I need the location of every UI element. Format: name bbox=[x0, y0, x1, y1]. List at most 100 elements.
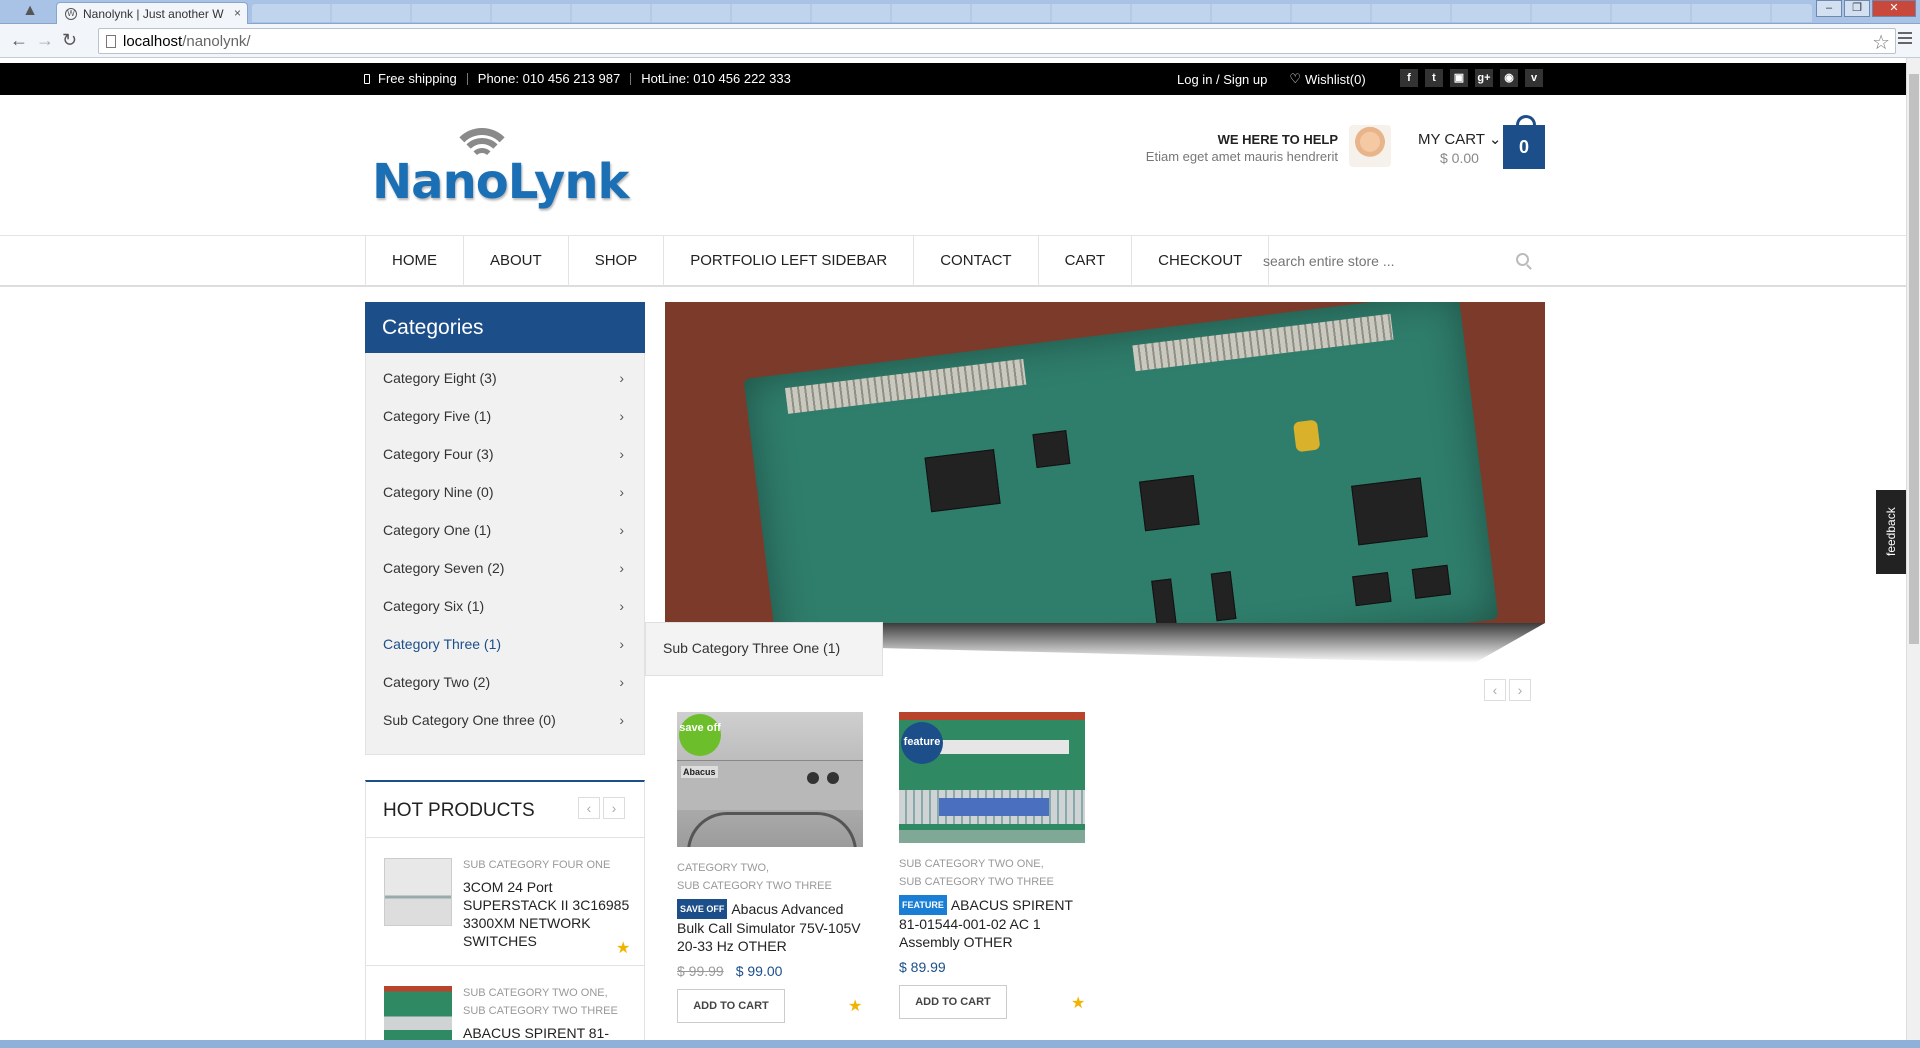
chevron-right-icon: › bbox=[619, 674, 624, 690]
star-icon[interactable]: ★ bbox=[848, 996, 862, 1016]
mini-cart[interactable]: MY CART ⌄ $ 0.00 bbox=[1418, 130, 1501, 166]
chevron-right-icon[interactable]: › bbox=[1509, 679, 1531, 701]
scrollbar-thumb[interactable] bbox=[1909, 74, 1919, 644]
heart-icon: ♡ bbox=[1289, 71, 1302, 86]
star-icon[interactable]: ★ bbox=[1071, 993, 1085, 1013]
browser-menu-icon[interactable] bbox=[1898, 32, 1912, 47]
url-path: /nanolynk/ bbox=[182, 33, 251, 50]
facebook-icon[interactable]: f bbox=[1400, 69, 1418, 87]
minimize-button[interactable]: – bbox=[1816, 0, 1842, 17]
hotline-number: HotLine: 010 456 222 333 bbox=[641, 71, 791, 86]
google-plus-icon[interactable]: g+ bbox=[1475, 69, 1493, 87]
chevron-right-icon[interactable]: › bbox=[603, 797, 625, 819]
category-item[interactable]: Sub Category One three (0) › bbox=[366, 701, 644, 739]
product-thumbnail[interactable] bbox=[384, 858, 452, 926]
nav-cart[interactable]: CART bbox=[1039, 236, 1133, 286]
rss-icon[interactable]: ◉ bbox=[1500, 69, 1518, 87]
product-card[interactable]: Abacus save off CATEGORY TWO, SUB CATEGOR… bbox=[677, 712, 865, 1023]
product-thumbnail[interactable] bbox=[384, 986, 452, 1048]
browser-tab-active[interactable]: W Nanolynk | Just another W × bbox=[56, 2, 248, 24]
category-item[interactable]: Category Eight (3) › bbox=[366, 359, 644, 397]
product-category[interactable]: SUB CATEGORY FOUR ONE bbox=[463, 856, 644, 874]
feature-tag: FEATURE bbox=[899, 895, 947, 915]
chevron-down-icon: ⌄ bbox=[1488, 131, 1502, 148]
category-item[interactable]: Category Five (1) › bbox=[366, 397, 644, 435]
help-subtitle: Etiam eget amet mauris hendrerit bbox=[1145, 149, 1338, 164]
product-price: $ 89.99 bbox=[899, 959, 946, 975]
category-item[interactable]: Category Four (3) › bbox=[366, 435, 644, 473]
phone-number: Phone: 010 456 213 987 bbox=[477, 71, 621, 86]
hot-products-heading: HOT PRODUCTS bbox=[383, 800, 535, 821]
url-host: localhost bbox=[123, 33, 183, 50]
category-item[interactable]: Category Two (2) › bbox=[366, 663, 644, 701]
nav-contact[interactable]: CONTACT bbox=[914, 236, 1039, 286]
flickr-icon[interactable]: ▣ bbox=[1450, 69, 1468, 87]
nav-home[interactable]: HOME bbox=[366, 236, 464, 286]
site-logo[interactable]: NanoLynk bbox=[370, 120, 629, 220]
product-category[interactable]: SUB CATEGORY TWO ONE, bbox=[899, 855, 1087, 873]
product-price: $ 99.00 bbox=[735, 963, 783, 979]
login-signup-link[interactable]: Log in / Sign up bbox=[1177, 72, 1267, 87]
star-icon[interactable]: ★ bbox=[616, 938, 630, 958]
vimeo-icon[interactable]: v bbox=[1525, 69, 1543, 87]
bookmark-star-icon[interactable]: ☆ bbox=[1872, 30, 1890, 55]
category-submenu[interactable]: Sub Category Three One (1) bbox=[645, 622, 883, 676]
os-taskbar bbox=[0, 1040, 1920, 1048]
back-icon[interactable]: ← bbox=[10, 31, 28, 49]
url-field[interactable]: localhost/nanolynk/ bbox=[98, 28, 1896, 54]
twitter-icon[interactable]: t bbox=[1425, 69, 1443, 87]
product-card[interactable]: feature SUB CATEGORY TWO ONE, SUB CATEGOR… bbox=[899, 712, 1087, 1019]
cart-label: MY CART bbox=[1418, 131, 1485, 148]
hero-slider-image[interactable] bbox=[665, 302, 1545, 623]
forward-icon[interactable]: → bbox=[36, 31, 54, 49]
nav-about[interactable]: ABOUT bbox=[464, 236, 569, 286]
product-image[interactable]: Abacus save off bbox=[677, 712, 863, 847]
product-category[interactable]: SUB CATEGORY TWO THREE bbox=[677, 877, 865, 895]
chevron-right-icon: › bbox=[619, 598, 624, 614]
category-item[interactable]: Category Six (1) › bbox=[366, 587, 644, 625]
wordpress-icon: W bbox=[65, 8, 77, 20]
chevron-right-icon: › bbox=[619, 636, 624, 652]
cart-count: 0 bbox=[1518, 137, 1529, 157]
nav-portfolio-left-sidebar[interactable]: PORTFOLIO LEFT SIDEBAR bbox=[664, 236, 915, 286]
product-name[interactable]: 3COM 24 Port SUPERSTACK II 3C16985 3300X… bbox=[463, 878, 633, 950]
close-tab-icon[interactable]: × bbox=[234, 6, 241, 20]
hot-product-item[interactable]: SUB CATEGORY FOUR ONE 3COM 24 Port SUPER… bbox=[366, 838, 644, 966]
incognito-icon: ▲ bbox=[22, 2, 38, 19]
hot-products-arrows: ‹ › bbox=[578, 797, 625, 819]
save-off-badge: save off bbox=[679, 714, 721, 756]
nav-shop[interactable]: SHOP bbox=[569, 236, 665, 286]
search-input[interactable] bbox=[1225, 236, 1505, 286]
wishlist-link[interactable]: Wishlist(0) bbox=[1305, 72, 1366, 87]
cart-bag-icon[interactable]: 0 bbox=[1503, 115, 1545, 169]
feedback-tab[interactable]: feedback bbox=[1876, 490, 1906, 574]
maximize-button[interactable]: ❐ bbox=[1844, 0, 1870, 17]
category-item-active[interactable]: Category Three (1) › bbox=[366, 625, 644, 663]
products-carousel-arrows: ‹ › bbox=[1484, 679, 1531, 701]
address-bar-row: ← → ↻ localhost/nanolynk/ bbox=[0, 24, 1920, 58]
old-price: $ 99.99 bbox=[677, 963, 724, 979]
search-icon[interactable] bbox=[1516, 253, 1529, 266]
cart-total: $ 0.00 bbox=[1440, 150, 1479, 166]
page-scrollbar[interactable] bbox=[1906, 58, 1920, 1048]
chevron-right-icon: › bbox=[619, 522, 624, 538]
chevron-left-icon[interactable]: ‹ bbox=[578, 797, 600, 819]
category-item[interactable]: Category One (1) › bbox=[366, 511, 644, 549]
reload-icon[interactable]: ↻ bbox=[62, 31, 77, 49]
product-category[interactable]: SUB CATEGORY TWO THREE bbox=[899, 873, 1087, 891]
window-close-button[interactable]: ✕ bbox=[1872, 0, 1916, 17]
chevron-left-icon[interactable]: ‹ bbox=[1484, 679, 1506, 701]
add-to-cart-button[interactable]: ADD TO CART bbox=[899, 985, 1007, 1019]
product-image[interactable]: feature bbox=[899, 712, 1085, 843]
product-category[interactable]: SUB CATEGORY TWO THREE bbox=[463, 1002, 644, 1020]
save-off-tag: SAVE OFF bbox=[677, 899, 728, 919]
hot-product-item[interactable]: SUB CATEGORY TWO ONE, SUB CATEGORY TWO TH… bbox=[366, 966, 644, 1048]
category-item[interactable]: Category Nine (0) › bbox=[366, 473, 644, 511]
add-to-cart-button[interactable]: ADD TO CART bbox=[677, 989, 785, 1023]
product-category[interactable]: CATEGORY TWO, bbox=[677, 859, 865, 877]
category-item[interactable]: Category Seven (2) › bbox=[366, 549, 644, 587]
page-icon bbox=[106, 35, 116, 48]
other-tabs[interactable] bbox=[252, 4, 1812, 22]
product-category[interactable]: SUB CATEGORY TWO ONE, bbox=[463, 984, 644, 1002]
logo-text: NanoLynk bbox=[372, 154, 629, 210]
